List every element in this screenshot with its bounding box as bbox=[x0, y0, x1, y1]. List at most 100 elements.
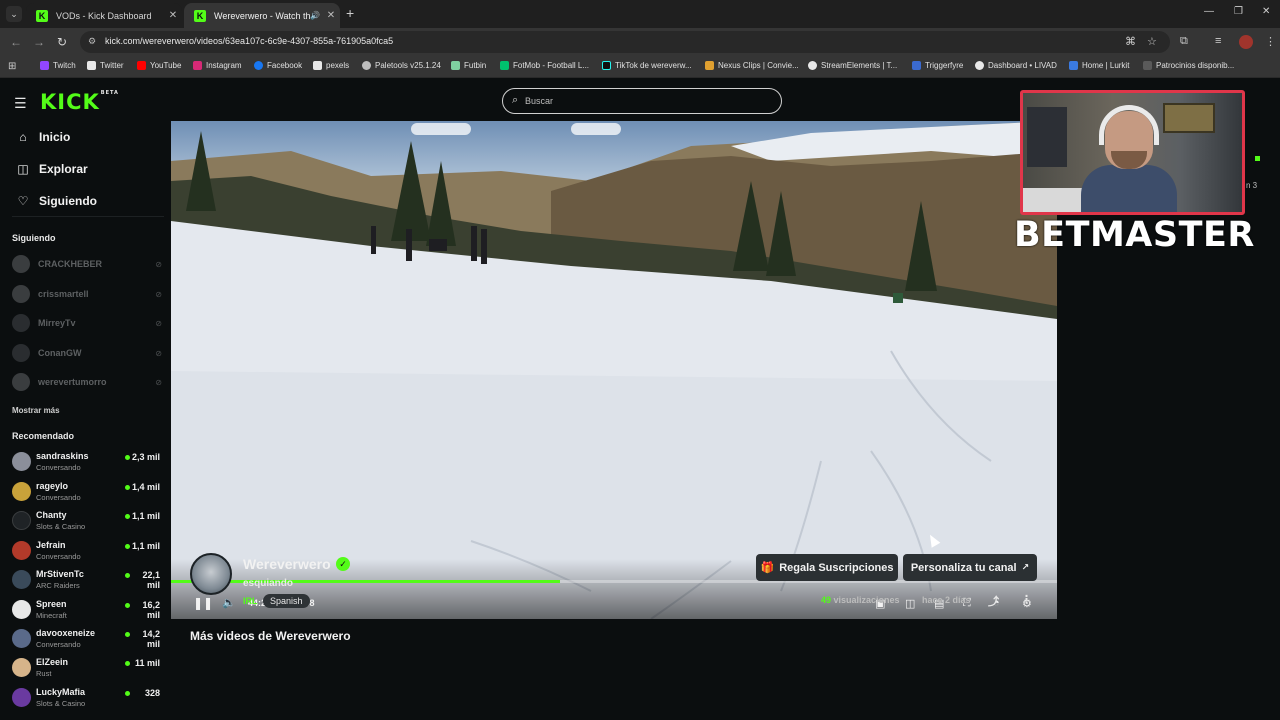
bookmark-instagram[interactable]: Instagram bbox=[193, 61, 242, 70]
chat-fragment: n 3 bbox=[1246, 181, 1258, 190]
bookmark-label: Triggerfyre bbox=[925, 61, 964, 70]
viewer-count: 1,4 mil bbox=[131, 482, 160, 492]
bookmarks-bar: Twitch Twitter YouTube Instagram Faceboo… bbox=[0, 56, 1280, 78]
fotmob-icon bbox=[500, 61, 509, 70]
window-close-icon[interactable]: ✕ bbox=[1262, 6, 1270, 17]
reload-icon[interactable]: ↻ bbox=[57, 35, 67, 49]
address-bar[interactable]: ⚙ kick.com/wereverwero/videos/63ea107c-6… bbox=[80, 31, 1170, 53]
category-tag[interactable]: IRL bbox=[243, 596, 258, 606]
recommended-item[interactable]: rageylo Conversando 1,4 mil bbox=[12, 479, 160, 505]
share-icon[interactable]: ⤴ bbox=[988, 593, 999, 609]
search-input[interactable] bbox=[525, 93, 765, 109]
back-icon[interactable]: ← bbox=[10, 35, 22, 49]
new-tab-button[interactable]: + bbox=[346, 6, 354, 20]
webcam-person-shirt bbox=[1081, 165, 1177, 212]
bookmark-label: Facebook bbox=[267, 61, 303, 70]
tab-wereverwero[interactable]: K Wereverwero - Watch the V 🔊 ✕ bbox=[184, 3, 340, 28]
browser-toolbar: ← → ↻ ⚙ kick.com/wereverwero/videos/63ea… bbox=[0, 28, 1280, 56]
bookmark-paletools[interactable]: Paletools v25.1.24 bbox=[362, 61, 441, 70]
avatar bbox=[12, 452, 31, 471]
extensions-icon[interactable]: ⧉ bbox=[1180, 35, 1188, 48]
customize-channel-button[interactable]: Personaliza tu canal ↗ bbox=[903, 554, 1037, 581]
theater-icon[interactable]: ◫ bbox=[905, 597, 915, 610]
hamburger-menu-icon[interactable]: ☰ bbox=[14, 95, 27, 112]
bookmark-twitch[interactable]: Twitch bbox=[40, 61, 76, 70]
speaker-icon[interactable]: 🔊 bbox=[310, 11, 320, 20]
bookmark-label: StreamElements | T... bbox=[821, 61, 898, 70]
recommended-item[interactable]: Chanty Slots & Casino 1,1 mil bbox=[12, 508, 160, 534]
following-item[interactable]: crissmartell ⊘ bbox=[12, 284, 162, 304]
show-more-link[interactable]: Mostrar más bbox=[12, 406, 60, 415]
forward-icon[interactable]: → bbox=[33, 35, 45, 49]
recommended-item[interactable]: davooxeneize Conversando 14,2 mil bbox=[12, 626, 160, 652]
following-item[interactable]: werevertumorro ⊘ bbox=[12, 372, 162, 392]
translate-icon[interactable]: ⌘ bbox=[1125, 35, 1136, 48]
bookmark-futbin[interactable]: Futbin bbox=[451, 61, 486, 70]
gift-subscriptions-button[interactable]: 🎁 Regala Suscripciones bbox=[756, 554, 898, 581]
pause-icon[interactable]: ❚❚ bbox=[193, 596, 213, 610]
bookmark-youtube[interactable]: YouTube bbox=[137, 61, 181, 70]
kick-logo[interactable]: KICKBETA bbox=[40, 90, 119, 114]
bookmark-patrocinios[interactable]: Patrocinios disponib... bbox=[1143, 61, 1234, 70]
avatar bbox=[12, 629, 31, 648]
bookmark-facebook[interactable]: Facebook bbox=[254, 61, 302, 70]
channel-avatar[interactable] bbox=[190, 553, 232, 595]
language-tag[interactable]: Spanish bbox=[263, 594, 310, 608]
webcam-desk bbox=[1023, 188, 1083, 212]
bookmark-twitter[interactable]: Twitter bbox=[87, 61, 124, 70]
tab-search-icon[interactable]: ⌄ bbox=[6, 6, 22, 22]
media-control-icon[interactable]: ≡ bbox=[1215, 35, 1221, 47]
recommended-item[interactable]: Spreen Minecraft 16,2 mil bbox=[12, 597, 160, 623]
close-icon[interactable]: ✕ bbox=[322, 10, 340, 21]
channel-name[interactable]: Wereverwero bbox=[243, 556, 331, 572]
nav-inicio[interactable]: ⌂ Inicio bbox=[16, 130, 70, 144]
channel-name: ElZeein bbox=[36, 657, 69, 667]
folder-icon bbox=[1143, 61, 1152, 70]
recommended-item[interactable]: MrStivenTc ARC Raiders 22,1 mil bbox=[12, 567, 160, 593]
viewer-count: 16,2 mil bbox=[142, 600, 160, 620]
profile-avatar[interactable] bbox=[1239, 35, 1253, 49]
bookmark-label: Futbin bbox=[464, 61, 487, 70]
offline-icon: ⊘ bbox=[155, 348, 162, 358]
video-player[interactable]: ❚❚ 🔈 44:21 / 01:40:58 ▣ ◫ ▤ ⛶ ◔ ⚙ bbox=[171, 121, 1057, 619]
site-info-icon[interactable]: ⚙ bbox=[88, 36, 96, 47]
following-item[interactable]: CRACKHEBER ⊘ bbox=[12, 254, 162, 274]
offline-icon: ⊘ bbox=[155, 289, 162, 299]
recommended-item[interactable]: ElZeein Rust 11 mil bbox=[12, 655, 160, 681]
bookmark-star-icon[interactable]: ☆ bbox=[1147, 35, 1157, 48]
following-item[interactable]: MirreyTv ⊘ bbox=[12, 313, 162, 333]
search-box[interactable]: ⌕ bbox=[502, 88, 782, 114]
bookmark-tiktok[interactable]: TikTok de wereverw... bbox=[602, 61, 692, 70]
tab-vods-dashboard[interactable]: K VODs - Kick Dashboard ✕ bbox=[26, 3, 182, 28]
nav-explorar[interactable]: ◫ Explorar bbox=[16, 162, 87, 176]
close-icon[interactable]: ✕ bbox=[164, 10, 182, 21]
nav-siguiendo[interactable]: ♡ Siguiendo bbox=[16, 194, 97, 208]
video-snow-slope bbox=[171, 221, 1057, 619]
following-item[interactable]: ConanGW ⊘ bbox=[12, 343, 162, 363]
bookmark-livad[interactable]: Dashboard • LIVAD bbox=[975, 61, 1057, 70]
button-label: Regala Suscripciones bbox=[779, 561, 894, 574]
offline-icon: ⊘ bbox=[155, 259, 162, 269]
bookmark-lurkit[interactable]: Home | Lurkit bbox=[1069, 61, 1129, 70]
channel-name: Spreen bbox=[36, 599, 67, 609]
bookmark-fotmob[interactable]: FotMob - Football L... bbox=[500, 61, 589, 70]
channel-name: Chanty bbox=[36, 510, 67, 520]
channel-name: MrStivenTc bbox=[36, 569, 84, 579]
recommended-item[interactable]: LuckyMafia Slots & Casino 328 bbox=[12, 685, 160, 711]
bookmark-triggerfyre[interactable]: Triggerfyre bbox=[912, 61, 963, 70]
search-icon: ⌕ bbox=[512, 94, 519, 106]
volume-icon[interactable]: 🔈 bbox=[222, 596, 236, 609]
apps-grid-icon[interactable]: ⊞ bbox=[8, 61, 16, 72]
bookmark-nexus-clips[interactable]: Nexus Clips | Convie... bbox=[705, 61, 799, 70]
bookmark-pexels[interactable]: pexels bbox=[313, 61, 349, 70]
bookmark-streamelements[interactable]: StreamElements | T... bbox=[808, 61, 897, 70]
restore-icon[interactable]: ❐ bbox=[1234, 6, 1243, 17]
lurkit-icon bbox=[1069, 61, 1078, 70]
more-menu-icon[interactable]: ⋮ bbox=[1265, 35, 1276, 48]
browser-tab-bar: ⌄ K VODs - Kick Dashboard ✕ K Wereverwer… bbox=[0, 0, 1280, 28]
recommended-item[interactable]: Jefrain Conversando 1,1 mil bbox=[12, 538, 160, 564]
avatar bbox=[12, 255, 30, 273]
minimize-icon[interactable]: — bbox=[1204, 6, 1214, 17]
recommended-item[interactable]: sandraskins Conversando 2,3 mil bbox=[12, 449, 160, 475]
more-options-icon[interactable]: ⋮ bbox=[1021, 593, 1032, 606]
